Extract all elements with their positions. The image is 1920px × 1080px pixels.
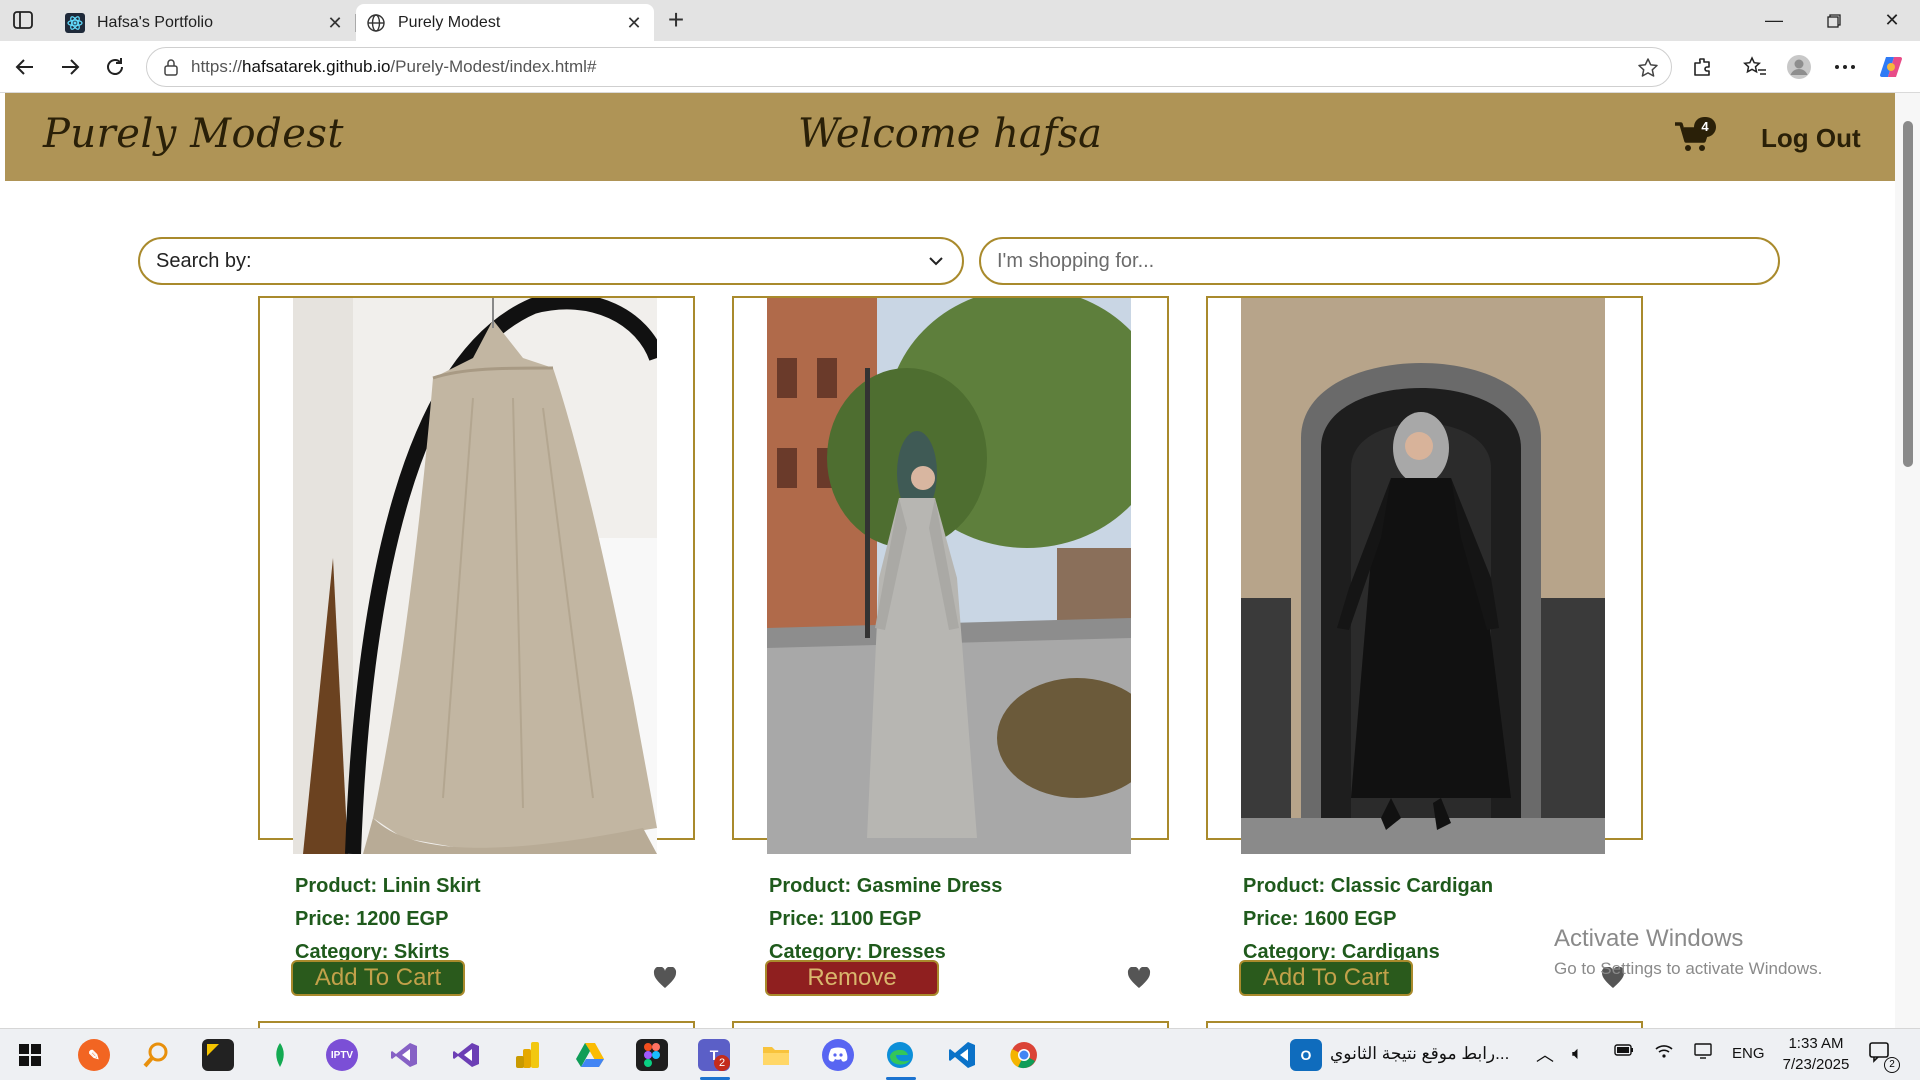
site-info-icon[interactable] (161, 57, 181, 77)
add-to-cart-button[interactable]: Add To Cart (291, 960, 465, 996)
back-icon[interactable] (10, 52, 40, 82)
react-icon (65, 12, 85, 33)
page-scrollbar[interactable] (1895, 93, 1920, 1028)
heart-icon[interactable] (1127, 967, 1151, 989)
extensions-icon[interactable] (1690, 54, 1716, 80)
sticky-notes-icon[interactable] (202, 1039, 234, 1071)
product-card-classic-cardigan: Product: Classic Cardigan Price: 1600 EG… (1206, 296, 1643, 996)
visual-studio-2-icon[interactable] (450, 1039, 482, 1071)
product-card-linin-skirt: Product: Linin Skirt Price: 1200 EGP Cat… (258, 296, 695, 996)
search-by-select[interactable]: Search by: (138, 237, 964, 285)
favorite-star-icon[interactable] (1637, 57, 1659, 79)
product-card-next-row (258, 1021, 695, 1028)
product-card-next-row (732, 1021, 1169, 1028)
forward-icon[interactable] (55, 52, 85, 82)
language-indicator[interactable]: ENG (1732, 1045, 1765, 1062)
product-name: Product: Linin Skirt (295, 875, 481, 897)
site-header: Purely Modest Welcome hafsa 4 Log Out (5, 93, 1895, 181)
discord-icon[interactable] (822, 1039, 854, 1071)
tab-title: Purely Modest (398, 13, 501, 31)
tab-title: Hafsa's Portfolio (97, 13, 213, 31)
chevron-down-icon (929, 257, 943, 266)
volume-icon[interactable]: 🔈︎ (1572, 1043, 1583, 1064)
postman-icon[interactable]: ✎ (78, 1039, 110, 1071)
product-name: Product: Classic Cardigan (1243, 875, 1494, 897)
iptv-icon[interactable]: IPTV (326, 1039, 358, 1071)
product-price: Price: 1100 EGP (769, 908, 922, 930)
globe-icon (367, 13, 385, 32)
remove-from-cart-button[interactable]: Remove (765, 960, 939, 996)
tab-hafsas-portfolio[interactable]: Hafsa's Portfolio ✕ (55, 4, 355, 41)
mongodb-icon[interactable] (264, 1039, 296, 1071)
search-input[interactable] (979, 237, 1780, 285)
product-price: Price: 1600 EGP (1243, 908, 1397, 930)
welcome-message: Welcome hafsa (798, 111, 1102, 157)
restore-icon[interactable] (1806, 0, 1862, 41)
file-explorer-icon[interactable] (760, 1039, 792, 1071)
notification-text[interactable]: رابط موقع نتيجة الثانوي... (1330, 1044, 1509, 1064)
browser-tab-bar: Hafsa's Portfolio ✕ Purely Modest ✕ + — … (0, 0, 1920, 41)
new-tab-icon[interactable]: + (663, 6, 689, 36)
product-card-next-row (1206, 1021, 1643, 1028)
search-by-label: Search by: (156, 249, 252, 272)
clock-date: 7/23/2025 (1782, 1056, 1850, 1073)
notification-count-badge: 2 (1884, 1057, 1900, 1073)
favorites-icon[interactable] (1742, 54, 1768, 80)
clock[interactable]: 1:33 AM 7/23/2025 (1780, 1035, 1852, 1073)
url-text: https://hafsatarek.github.io/Purely-Mode… (191, 57, 597, 76)
google-drive-icon[interactable] (574, 1039, 606, 1071)
product-info: Product: Gasmine Dress Price: 1100 EGP C… (769, 870, 1002, 969)
cart-count-badge: 4 (1694, 117, 1716, 137)
watermark-subtitle: Go to Settings to activate Windows. (1554, 959, 1823, 978)
product-card-gasmine-dress: Product: Gasmine Dress Price: 1100 EGP C… (732, 296, 1169, 996)
address-bar[interactable]: https://hafsatarek.github.io/Purely-Mode… (146, 47, 1672, 87)
product-image-skirt[interactable] (293, 298, 657, 854)
add-to-cart-button[interactable]: Add To Cart (1239, 960, 1413, 996)
close-tab-icon[interactable]: ✕ (624, 13, 644, 33)
minimize-icon[interactable]: — (1746, 0, 1802, 41)
activate-windows-watermark: Activate Windows Go to Settings to activ… (1554, 925, 1822, 979)
vscode-icon[interactable] (946, 1039, 978, 1071)
battery-icon[interactable] (1614, 1043, 1634, 1061)
logout-link[interactable]: Log Out (1761, 123, 1861, 154)
chrome-icon[interactable] (1008, 1039, 1040, 1071)
windows-taskbar: ✎ IPTV T 2 O رابط موقع نتيجة الثانوي... (0, 1028, 1920, 1080)
watermark-title: Activate Windows (1554, 925, 1744, 952)
reload-icon[interactable] (100, 52, 130, 82)
profile-avatar-icon[interactable] (1786, 54, 1812, 80)
wifi-icon[interactable] (1654, 1043, 1674, 1063)
product-image-dress[interactable] (767, 298, 1131, 854)
close-window-icon[interactable]: ✕ (1864, 0, 1920, 41)
power-bi-icon[interactable] (512, 1039, 544, 1071)
web-page: Purely Modest Welcome hafsa 4 Log Out Se… (5, 93, 1895, 1028)
product-name: Product: Gasmine Dress (769, 875, 1003, 897)
product-info: Product: Linin Skirt Price: 1200 EGP Cat… (295, 870, 481, 969)
figma-icon[interactable] (636, 1039, 668, 1071)
scrollbar-thumb[interactable] (1903, 121, 1913, 467)
tab-purely-modest[interactable]: Purely Modest ✕ (356, 4, 654, 41)
close-tab-icon[interactable]: ✕ (325, 13, 345, 33)
chevron-up-icon[interactable]: ︿ (1536, 1041, 1554, 1067)
product-price: Price: 1200 EGP (295, 908, 449, 930)
outlook-icon[interactable]: O (1290, 1039, 1322, 1071)
clock-time: 1:33 AM (1788, 1035, 1844, 1052)
teams-badge: 2 (714, 1055, 730, 1071)
search-icon[interactable] (140, 1039, 172, 1071)
copilot-icon[interactable] (1878, 54, 1904, 80)
visual-studio-icon[interactable] (388, 1039, 420, 1071)
product-info: Product: Classic Cardigan Price: 1600 EG… (1243, 870, 1493, 969)
tab-actions-icon[interactable] (12, 10, 34, 30)
edge-icon[interactable] (884, 1039, 916, 1071)
product-image-cardigan[interactable] (1241, 298, 1605, 854)
heart-icon[interactable] (653, 967, 677, 989)
browser-toolbar: https://hafsatarek.github.io/Purely-Mode… (0, 41, 1920, 93)
windows-start-icon[interactable] (14, 1039, 46, 1071)
more-options-icon[interactable] (1832, 54, 1858, 80)
display-icon[interactable] (1694, 1043, 1712, 1063)
